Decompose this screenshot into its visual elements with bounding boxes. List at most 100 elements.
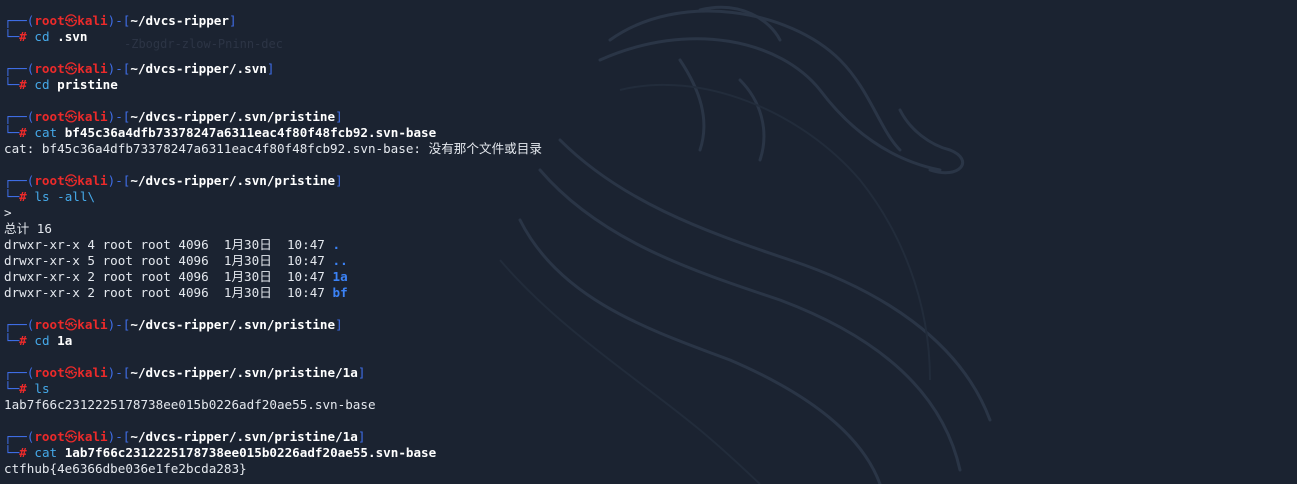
listing-meta: drwxr-xr-x 2 root root 4096 1月30日 10:47 [4,285,333,300]
prompt-path: ~/dvcs-ripper/.svn [130,61,267,76]
command-argument: .svn [57,29,88,44]
output-text: > [4,205,12,220]
output-line: 1ab7f66c2312225178738ee015b0226adf20ae55… [4,397,1294,413]
skull-icon: ㉿ [64,109,78,124]
command-line: └─# cd pristine [4,77,1294,93]
prompt-frame-bottom: └─ [4,77,20,92]
prompt-user: root [34,365,65,380]
prompt-user: root [34,173,65,188]
prompt-user: root [34,317,65,332]
listing-dir-name: . [332,237,341,252]
prompt-hash: # [19,125,27,140]
prompt-frame-top: ┌──( [4,173,35,188]
prompt-frame-end: ] [357,429,366,444]
prompt-line: ┌──(root㉿kali)-[~/dvcs-ripper/.svn/prist… [4,173,1294,189]
listing-meta: drwxr-xr-x 5 root root 4096 1月30日 10:47 [4,253,333,268]
prompt-hash: # [19,381,27,396]
skull-icon: ㉿ [64,317,78,332]
prompt-frame-bottom: └─ [4,125,20,140]
command-line: └─# ls [4,381,1294,397]
prompt-line: ┌──(root㉿kali)-[~/dvcs-ripper/.svn] [4,61,1294,77]
command-line: └─# cd 1a [4,333,1294,349]
listing-meta: drwxr-xr-x 4 root root 4096 1月30日 10:47 [4,237,333,252]
prompt-user: root [34,13,65,28]
prompt-path: ~/dvcs-ripper/.svn/pristine [130,173,336,188]
command-line: └─# cd .svn [4,29,1294,45]
prompt-frame-top: ┌──( [4,429,35,444]
prompt-frame-mid: )-[ [107,61,131,76]
prompt-host: kali [77,365,108,380]
prompt-frame-end: ] [266,61,275,76]
listing-row: drwxr-xr-x 2 root root 4096 1月30日 10:47 … [4,285,1294,301]
terminal-output[interactable]: ┌──(root㉿kali)-[~/dvcs-ripper] └─# cd .sv… [4,13,1294,477]
listing-meta: drwxr-xr-x 2 root root 4096 1月30日 10:47 [4,269,333,284]
listing-dir-name: bf [332,285,348,300]
command-name: cd [34,29,50,44]
command-name: cat [34,445,58,460]
prompt-frame-end: ] [357,365,366,380]
skull-icon: ㉿ [64,365,78,380]
command-argument: 1a [57,333,73,348]
prompt-line: ┌──(root㉿kali)-[~/dvcs-ripper] [4,13,1294,29]
prompt-frame-top: ┌──( [4,365,35,380]
prompt-hash: # [19,333,27,348]
prompt-frame-bottom: └─ [4,445,20,460]
command-line: └─# cat bf45c36a4dfb73378247a6311eac4f80… [4,125,1294,141]
prompt-frame-bottom: └─ [4,333,20,348]
output-line: ctfhub{4e6366dbe036e1fe2bcda283} [4,461,1294,477]
prompt-hash: # [19,77,27,92]
prompt-hash: # [19,445,27,460]
prompt-frame-mid: )-[ [107,109,131,124]
prompt-frame-end: ] [335,173,343,188]
prompt-line: ┌──(root㉿kali)-[~/dvcs-ripper/.svn/prist… [4,365,1294,381]
skull-icon: ㉿ [64,61,78,76]
command-argument: 1ab7f66c2312225178738ee015b0226adf20ae55… [64,445,437,460]
command-name: ls [34,381,50,396]
output-line: > [4,205,1294,221]
prompt-frame-mid: )-[ [107,173,131,188]
output-text: cat: bf45c36a4dfb73378247a6311eac4f80f48… [4,141,542,156]
prompt-frame-bottom: └─ [4,189,20,204]
command-name: cd [34,333,50,348]
command-line: └─# ls -all\ [4,189,1294,205]
prompt-path: ~/dvcs-ripper/.svn/pristine [130,109,336,124]
prompt-frame-mid: )-[ [107,317,131,332]
output-line: cat: bf45c36a4dfb73378247a6311eac4f80f48… [4,141,1294,157]
output-text: ctfhub{4e6366dbe036e1fe2bcda283} [4,461,247,476]
prompt-path: ~/dvcs-ripper/.svn/pristine/1a [130,429,358,444]
command-name: cat [34,125,58,140]
prompt-hash: # [19,29,27,44]
skull-icon: ㉿ [64,429,78,444]
prompt-frame-top: ┌──( [4,61,35,76]
output-text: 总计 16 [4,221,52,236]
prompt-path: ~/dvcs-ripper [130,13,229,28]
prompt-path: ~/dvcs-ripper/.svn/pristine [130,317,336,332]
prompt-host: kali [77,173,108,188]
command-argument: bf45c36a4dfb73378247a6311eac4f80f48fcb92… [64,125,437,140]
prompt-frame-end: ] [228,13,237,28]
prompt-frame-end: ] [335,317,343,332]
command-line: └─# cat 1ab7f66c2312225178738ee015b0226a… [4,445,1294,461]
prompt-user: root [34,61,65,76]
skull-icon: ㉿ [64,13,78,28]
listing-row: drwxr-xr-x 4 root root 4096 1月30日 10:47 … [4,237,1294,253]
prompt-host: kali [77,429,108,444]
prompt-path: ~/dvcs-ripper/.svn/pristine/1a [130,365,358,380]
output-text: 1ab7f66c2312225178738ee015b0226adf20ae55… [4,397,376,412]
prompt-frame-bottom: └─ [4,381,20,396]
listing-dir-name: .. [332,253,348,268]
prompt-frame-mid: )-[ [107,365,131,380]
prompt-frame-top: ┌──( [4,109,35,124]
listing-row: drwxr-xr-x 2 root root 4096 1月30日 10:47 … [4,269,1294,285]
